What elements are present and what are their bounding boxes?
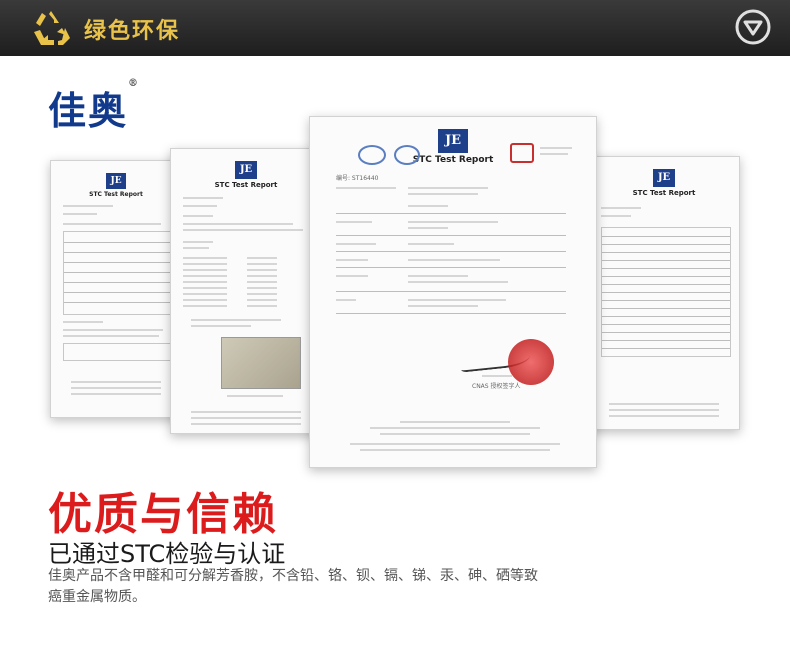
stc-logo-icon: JE [438,129,468,153]
registered-mark: ® [128,78,141,89]
brand-name: 佳奥 [48,88,129,133]
sample-photo [221,337,301,389]
report-title: STC Test Report [214,181,278,189]
report-number: 编号: ST16440 [336,175,379,182]
report-title: STC Test Report [412,155,494,165]
top-bar: 绿色环保 [0,0,790,56]
test-report-document-4: JE STC Test Report [588,156,740,430]
results-table [63,231,171,315]
test-report-document-main: JE STC Test Report 编号: ST16440 CNAS 授权签字… [309,116,597,468]
official-seal-icon [508,339,554,385]
results-table [601,227,731,357]
stc-logo-icon: JE [106,173,126,189]
cma-mark-icon [510,143,534,163]
headline: 优质与信赖 [48,489,278,540]
report-title: STC Test Report [632,189,696,197]
subheadline: 已通过STC检验与认证 [48,540,286,568]
signatory-label: CNAS 授权签字人 [472,383,521,390]
brand-logo: 佳奥 ® [48,78,138,135]
accreditation-seal-icon [358,145,386,165]
stc-logo-icon: JE [653,169,675,187]
report-title: STC Test Report [89,191,143,198]
recycle-icon [34,11,70,45]
test-report-document-2: JE STC Test Report [170,148,322,434]
accreditation-seal-icon [394,145,420,165]
page-section-title: 绿色环保 [84,19,181,44]
stc-logo-icon: JE [235,161,257,179]
test-report-document-1: JE STC Test Report [50,160,182,418]
chevron-down-circle-icon[interactable] [734,8,772,46]
description: 佳奥产品不含甲醛和可分解芳香胺，不含铅、铬、钡、镉、锑、汞、砷、硒等致癌重金属物… [48,568,538,605]
